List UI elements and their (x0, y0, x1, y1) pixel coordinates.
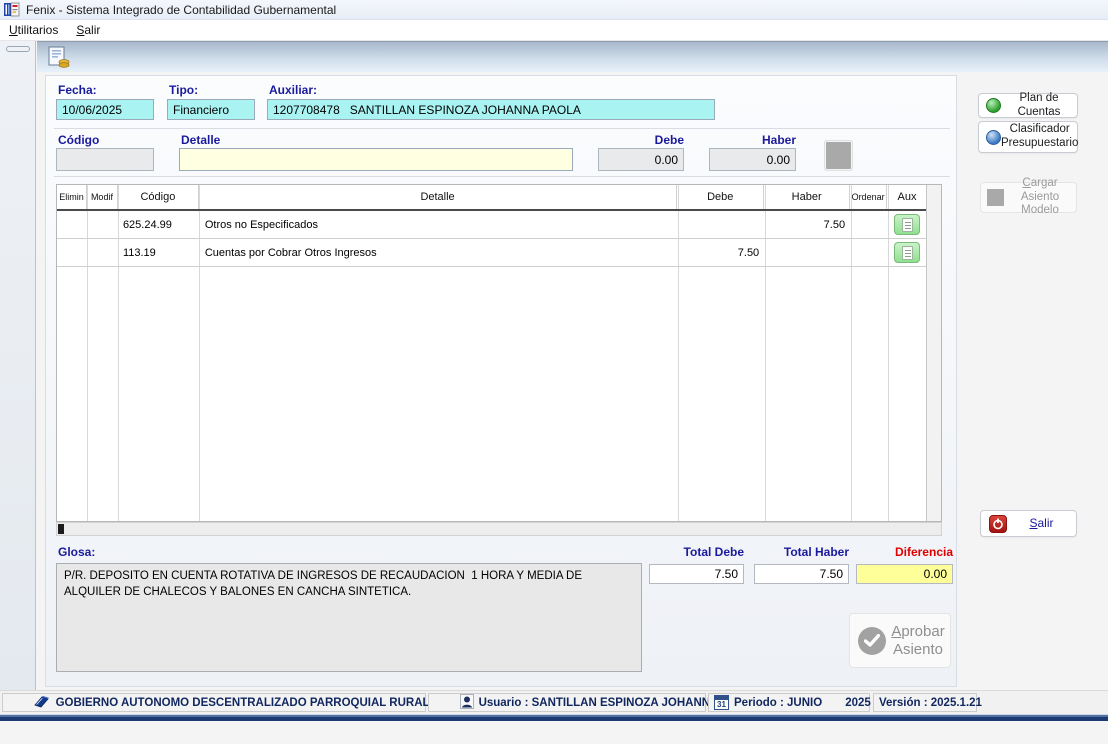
clasificador-label: Clasificador Presupuestario (1001, 123, 1079, 149)
header-haber[interactable]: Haber (764, 185, 851, 209)
header-ordenar[interactable]: Ordenar (850, 185, 888, 209)
document-lines-icon (901, 217, 913, 232)
gray-square-icon (987, 189, 1004, 206)
glosa-textarea[interactable]: P/R. DEPOSITO EN CUENTA ROTATIVA DE INGR… (56, 563, 642, 672)
header-codigo[interactable]: Código (118, 185, 199, 209)
period-pane: 31 Periodo : JUNIO 2025 (708, 693, 871, 712)
separator-line (54, 176, 950, 177)
aprobar-asiento-label: Aprobar Asiento (891, 622, 945, 658)
cell-haber (764, 239, 850, 266)
document-lines-icon (901, 245, 913, 260)
left-dock-panel (0, 41, 36, 690)
window-title: Fenix - Sistema Integrado de Contabilida… (26, 2, 337, 17)
total-haber-label: Total Haber (783, 545, 849, 559)
cell-codigo: 625.24.99 (122, 218, 172, 231)
tipo-label: Tipo: (169, 83, 199, 97)
fecha-input[interactable]: 10/06/2025 (56, 99, 154, 120)
version-label: Versión : 2025.1.21 (879, 696, 982, 709)
diferencia-field: 0.00 (856, 564, 953, 584)
separator-line (54, 128, 950, 129)
salir-button-label: Salir (1029, 516, 1054, 531)
table-row[interactable]: 113.19 Cuentas por Cobrar Otros Ingresos… (57, 239, 927, 267)
auxiliar-input[interactable]: 1207708478 SANTILLAN ESPINOZA JOHANNA PA… (267, 99, 715, 120)
cell-codigo: 113.19 (122, 246, 156, 259)
asiento-panel: Fecha: 10/06/2025 Tipo: Financiero Auxil… (45, 75, 957, 687)
detalle-input[interactable] (179, 148, 573, 171)
menu-item-utilitarios[interactable]: Utilitarios (0, 21, 67, 39)
cell-detalle: Otros no Especificados (204, 218, 318, 231)
debe-label: Debe (654, 133, 684, 147)
plan-de-cuentas-button[interactable]: Plan de Cuentas (978, 91, 1078, 118)
add-entry-button[interactable] (824, 140, 853, 171)
application-window: Fenix - Sistema Integrado de Contabilida… (0, 0, 1108, 721)
cell-debe (677, 211, 764, 238)
cell-detalle: Cuentas por Cobrar Otros Ingresos (204, 246, 377, 259)
entity-pane: GOBIERNO AUTONOMO DESCENTRALIZADO PARROQ… (2, 693, 491, 712)
title-bar: Fenix - Sistema Integrado de Contabilida… (0, 0, 1108, 20)
dock-grip-handle[interactable] (6, 46, 30, 52)
content-area: Fecha: 10/06/2025 Tipo: Financiero Auxil… (0, 41, 1108, 690)
haber-display: 0.00 (709, 148, 796, 171)
status-bar: GOBIERNO AUTONOMO DESCENTRALIZADO PARROQ… (0, 690, 1108, 714)
power-icon (989, 514, 1007, 533)
total-debe-field: 7.50 (649, 564, 744, 584)
header-modif[interactable]: Modif (87, 185, 118, 209)
tipo-input[interactable]: Financiero (167, 99, 255, 120)
total-haber-field: 7.50 (754, 564, 849, 584)
aux-detail-button[interactable] (894, 214, 921, 235)
salir-button[interactable]: Salir (980, 510, 1077, 537)
blue-sphere-icon (986, 129, 1001, 145)
app-icon (4, 2, 20, 17)
cell-modif[interactable] (87, 239, 118, 266)
cell-elimin[interactable] (57, 239, 87, 266)
table-header-row: Elimin Modif Código Detalle Debe Haber O… (57, 185, 927, 211)
green-sphere-icon (986, 98, 1001, 113)
period-year: 2025 (845, 696, 871, 709)
menu-bar: Utilitarios Salir (0, 20, 1108, 41)
voucher-document-icon[interactable] (46, 46, 72, 70)
codigo-input (56, 148, 154, 171)
cell-elimin[interactable] (57, 211, 87, 238)
toolbar (37, 41, 1108, 72)
auxiliar-label: Auxiliar: (269, 83, 318, 97)
version-pane: Versión : 2025.1.21 (873, 693, 982, 712)
table-horizontal-scrollbar[interactable] (56, 522, 942, 536)
aprobar-asiento-button[interactable]: Aprobar Asiento (849, 613, 951, 668)
clasificador-presupuestario-button[interactable]: Clasificador Presupuestario (978, 121, 1078, 153)
entity-name: GOBIERNO AUTONOMO DESCENTRALIZADO PARROQ… (55, 696, 492, 709)
cell-ordenar[interactable] (850, 211, 887, 238)
diferencia-label: Diferencia (894, 545, 953, 559)
header-debe[interactable]: Debe (677, 185, 765, 209)
table-vertical-scrollbar[interactable] (926, 185, 941, 521)
cell-ordenar[interactable] (850, 239, 887, 266)
entries-table: Elimin Modif Código Detalle Debe Haber O… (56, 184, 942, 522)
calendar-icon: 31 (714, 695, 729, 710)
codigo-label: Código (58, 133, 100, 147)
taskbar-strip[interactable] (0, 714, 1108, 721)
detalle-label: Detalle (181, 133, 221, 147)
aux-detail-button[interactable] (894, 242, 921, 263)
table-row[interactable]: 625.24.99 Otros no Especificados 7.50 (57, 211, 927, 239)
user-pane: Usuario : SANTILLAN ESPINOZA JOHANNA PAO… (428, 693, 761, 712)
period-label: Periodo : JUNIO (734, 696, 823, 709)
glosa-label: Glosa: (58, 545, 96, 559)
header-aux[interactable]: Aux (887, 185, 927, 209)
total-debe-label: Total Debe (683, 545, 744, 559)
menu-item-salir[interactable]: Salir (67, 21, 109, 39)
cargar-asiento-modelo-button[interactable]: Cargar Asiento Modelo (980, 177, 1077, 216)
fecha-label: Fecha: (58, 83, 97, 97)
debe-display: 0.00 (598, 148, 684, 171)
header-elimin[interactable]: Elimin (57, 185, 87, 209)
cell-modif[interactable] (87, 211, 118, 238)
cell-aux (887, 211, 927, 238)
plan-de-cuentas-label: Plan de Cuentas (1017, 91, 1061, 118)
header-detalle[interactable]: Detalle (199, 185, 678, 209)
haber-label: Haber (761, 133, 796, 147)
cell-aux (887, 239, 927, 266)
scrollbar-thumb[interactable] (58, 524, 64, 534)
cargar-asiento-modelo-label: Cargar Asiento Modelo (1020, 176, 1060, 217)
cell-debe: 7.50 (737, 246, 760, 259)
check-icon (858, 626, 886, 655)
cell-haber: 7.50 (823, 218, 846, 231)
